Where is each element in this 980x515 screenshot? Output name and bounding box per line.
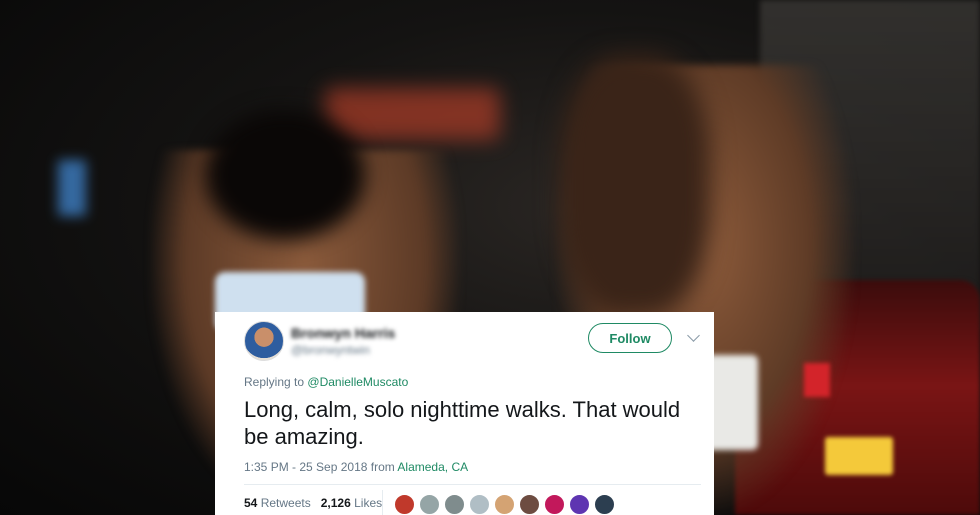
liker-avatar[interactable] <box>569 494 590 515</box>
liker-avatar[interactable] <box>394 494 415 515</box>
liker-avatar[interactable] <box>519 494 540 515</box>
blue-sign <box>58 160 86 216</box>
likes-label[interactable]: Likes <box>354 496 382 510</box>
liker-avatar[interactable] <box>444 494 465 515</box>
retweets-count[interactable]: 54 <box>244 496 257 510</box>
woman-left-hair <box>205 110 365 240</box>
divider <box>244 484 701 485</box>
tweet-meta: 1:35 PM - 25 Sep 2018 from Alameda, CA <box>244 460 468 474</box>
chevron-down-icon[interactable] <box>687 329 700 342</box>
replying-to: Replying to @DanielleMuscato <box>244 375 408 389</box>
author-handle[interactable]: @bronwyntwin <box>291 343 370 357</box>
retweets-label[interactable]: Retweets <box>261 496 311 510</box>
woman-right-hair <box>560 55 710 315</box>
red-cup <box>804 363 830 397</box>
liker-avatars <box>394 494 615 515</box>
timestamp[interactable]: 1:35 PM - 25 Sep 2018 from <box>244 460 395 474</box>
follow-button[interactable]: Follow <box>588 323 672 353</box>
liker-avatar[interactable] <box>494 494 515 515</box>
red-awning <box>325 88 500 140</box>
liker-avatar[interactable] <box>419 494 440 515</box>
liker-avatar[interactable] <box>469 494 490 515</box>
likes-count[interactable]: 2,126 <box>321 496 351 510</box>
tweet-text: Long, calm, solo nighttime walks. That w… <box>244 397 681 449</box>
stats-separator <box>382 490 383 515</box>
tweet-card: Bronwyn Harris @bronwyntwin Follow Reply… <box>215 312 714 515</box>
location-link[interactable]: Alameda, CA <box>397 460 468 474</box>
liker-avatar[interactable] <box>594 494 615 515</box>
mention-link[interactable]: @DanielleMuscato <box>307 375 408 389</box>
author-name[interactable]: Bronwyn Harris <box>291 325 395 341</box>
liker-avatar[interactable] <box>544 494 565 515</box>
tweet-stats: 54 Retweets 2,126 Likes <box>244 496 382 510</box>
avatar[interactable] <box>244 321 284 361</box>
replying-prefix: Replying to <box>244 375 305 389</box>
